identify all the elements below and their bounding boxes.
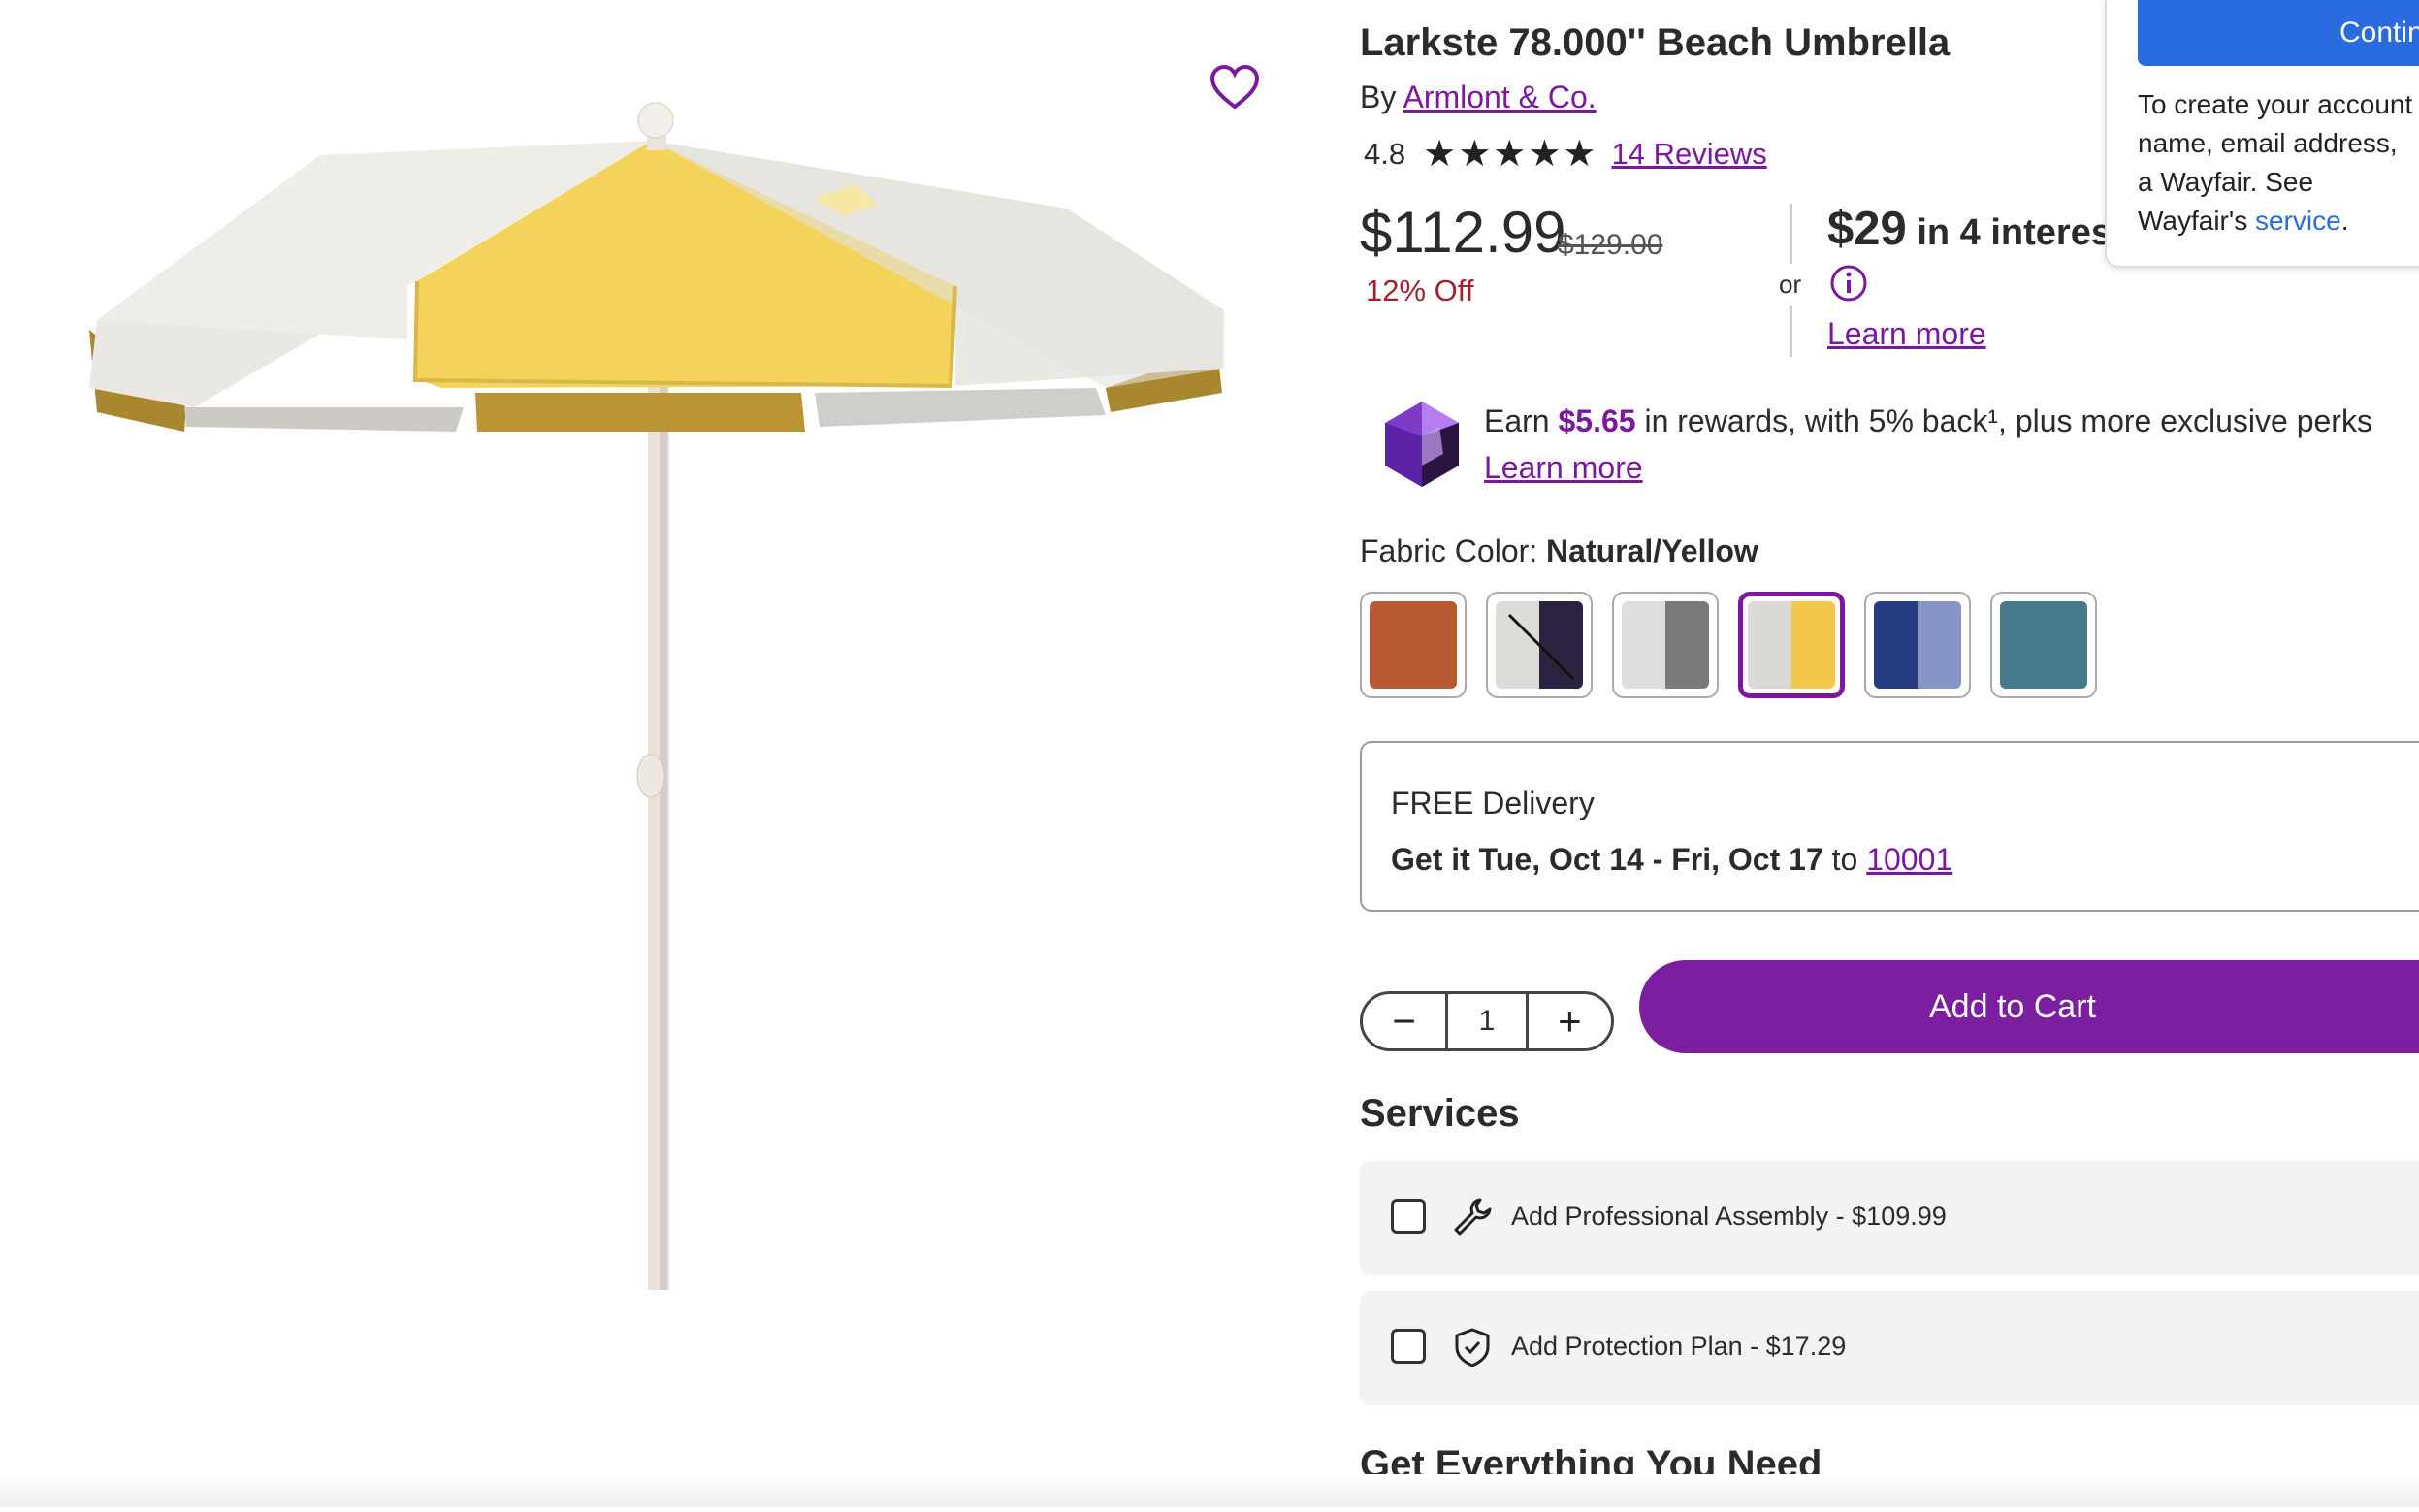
continue-button[interactable]: Continue bbox=[2138, 0, 2419, 66]
delivery-date: Get it Tue, Oct 14 - Fri, Oct 17 to 1000… bbox=[1391, 842, 1952, 878]
product-image[interactable] bbox=[0, 0, 1339, 1507]
assembly-label: Add Professional Assembly - $109.99 bbox=[1511, 1202, 1947, 1231]
add-to-cart-label: Add to Cart bbox=[1929, 987, 2096, 1025]
star-rating: ★ ★ ★ ★ ★ bbox=[1423, 136, 1597, 173]
byline: By Armlont & Co. bbox=[1360, 80, 1597, 115]
rewards-amount: $5.65 bbox=[1558, 403, 1636, 438]
quantity-input[interactable]: 1 bbox=[1445, 994, 1529, 1048]
service-assembly-row[interactable]: Add Professional Assembly - $109.99 bbox=[1360, 1161, 2419, 1275]
wrench-icon bbox=[1451, 1196, 1494, 1239]
increase-quantity-button[interactable]: + bbox=[1529, 994, 1611, 1048]
sale-price: $112.99 bbox=[1360, 200, 1566, 265]
delivery-box bbox=[1360, 741, 2419, 912]
discount-label: 12% Off bbox=[1366, 273, 1474, 307]
swatch-orange[interactable] bbox=[1360, 592, 1467, 698]
protection-label: Add Protection Plan - $17.29 bbox=[1511, 1332, 1847, 1361]
service-protection-row[interactable]: Add Protection Plan - $17.29 bbox=[1360, 1291, 2419, 1405]
swatch-navy-blue[interactable] bbox=[1864, 592, 1971, 698]
star-icon: ★ bbox=[1563, 134, 1597, 175]
services-heading: Services bbox=[1360, 1092, 1520, 1135]
rewards-text: Earn $5.65 in rewards, with 5% back¹, pl… bbox=[1484, 403, 2372, 439]
delivery-date-text: Get it Tue, Oct 14 - Fri, Oct 17 bbox=[1391, 842, 1823, 877]
umbrella-image bbox=[89, 102, 1224, 1290]
original-price: $129.00 bbox=[1558, 229, 1663, 261]
terms-of-service-link[interactable]: service bbox=[2255, 206, 2341, 236]
shield-check-icon bbox=[1451, 1326, 1494, 1368]
info-icon[interactable] bbox=[1829, 264, 1868, 303]
protection-checkbox[interactable] bbox=[1391, 1329, 1426, 1364]
continue-label: Continue bbox=[2339, 16, 2419, 48]
or-label: or bbox=[1779, 264, 1802, 306]
by-prefix: By bbox=[1360, 80, 1397, 114]
page-bottom-edge bbox=[0, 1474, 2419, 1507]
installment-text: in 4 interest bbox=[1906, 212, 2124, 253]
swatch-natural-navy[interactable] bbox=[1486, 592, 1593, 698]
star-icon: ★ bbox=[1458, 134, 1492, 175]
star-icon: ★ bbox=[1423, 134, 1457, 175]
brand-link[interactable]: Armlont & Co. bbox=[1403, 80, 1596, 114]
unavailable-slash-icon bbox=[1507, 613, 1575, 681]
product-title: Larkste 78.000'' Beach Umbrella bbox=[1360, 21, 1951, 64]
swatch-teal[interactable] bbox=[1990, 592, 2097, 698]
delivery-title: FREE Delivery bbox=[1391, 786, 1595, 820]
popup-period: . bbox=[2340, 206, 2349, 236]
star-icon: ★ bbox=[1528, 134, 1562, 175]
quantity-stepper: − 1 + bbox=[1360, 991, 1614, 1051]
fabric-selected-value: Natural/Yellow bbox=[1546, 533, 1758, 568]
installment-offer: $29 in 4 interest bbox=[1827, 202, 2124, 256]
star-icon: ★ bbox=[1493, 134, 1527, 175]
decrease-quantity-button[interactable]: − bbox=[1363, 994, 1445, 1048]
installment-learn-more-link[interactable]: Learn more bbox=[1827, 316, 1986, 352]
rating-row: 4.8 ★ ★ ★ ★ ★ 14 Reviews bbox=[1364, 136, 1767, 173]
reviews-link[interactable]: 14 Reviews bbox=[1612, 137, 1767, 172]
favorite-heart-icon[interactable] bbox=[1208, 62, 1262, 113]
rewards-post: in rewards, with 5% back¹, plus more exc… bbox=[1635, 403, 2372, 438]
fabric-label-text: Fabric Color: bbox=[1360, 533, 1547, 568]
rewards-pre: Earn bbox=[1484, 403, 1559, 438]
installment-amount: $29 bbox=[1827, 203, 1907, 255]
zip-code-link[interactable]: 10001 bbox=[1866, 842, 1952, 877]
assembly-checkbox[interactable] bbox=[1391, 1199, 1426, 1234]
swatch-natural-gray[interactable] bbox=[1612, 592, 1719, 698]
rewards-gem-icon bbox=[1381, 398, 1463, 491]
delivery-to: to bbox=[1822, 842, 1867, 877]
swatch-natural-yellow[interactable] bbox=[1738, 592, 1845, 698]
fabric-color-label: Fabric Color: Natural/Yellow bbox=[1360, 533, 1758, 569]
add-to-cart-button[interactable]: Add to Cart bbox=[1639, 960, 2419, 1053]
rewards-learn-more-link[interactable]: Learn more bbox=[1484, 450, 1643, 486]
rating-value: 4.8 bbox=[1364, 137, 1406, 171]
popup-text: To create your account name, email addre… bbox=[2138, 85, 2419, 241]
